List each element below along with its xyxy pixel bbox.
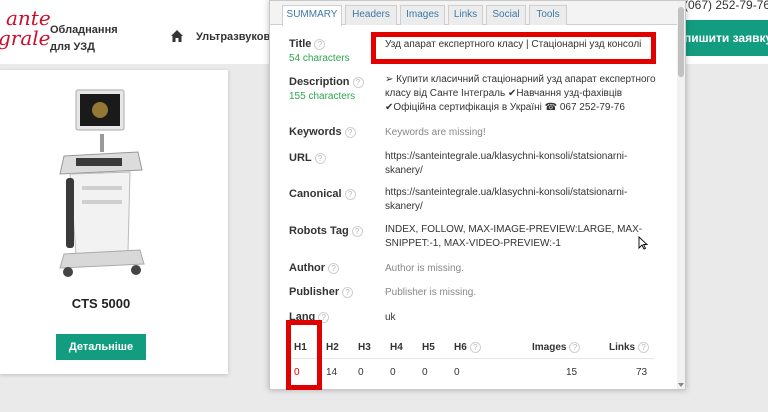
- logo-line-2: grale: [0, 26, 51, 50]
- url-label-group: URL?: [289, 152, 326, 164]
- canonical-label: Canonical: [289, 188, 342, 200]
- description-value: ➢ Купити класичний стаціонарний узд апар…: [385, 73, 665, 115]
- description-label: Description: [289, 76, 350, 88]
- publisher-label-group: Publisher?: [289, 286, 354, 298]
- details-button[interactable]: Детальніше: [56, 334, 146, 360]
- brand-line-2: для УЗД: [50, 41, 96, 53]
- canonical-line-1: https://santeintegrale.ua/klasychni-kons…: [385, 187, 628, 198]
- author-label: Author: [289, 262, 326, 274]
- help-icon[interactable]: ?: [469, 342, 481, 353]
- scroll-down-arrow-icon[interactable]: [678, 383, 684, 387]
- author-label-group: Author?: [289, 262, 340, 274]
- h4-count: 0: [390, 367, 396, 378]
- h4-header: H4: [390, 342, 403, 353]
- logo-line-1: ante: [6, 6, 51, 30]
- title-label-group: Title? 54 characters: [289, 38, 350, 64]
- help-icon[interactable]: ?: [351, 225, 363, 237]
- tab-links[interactable]: Links: [448, 5, 483, 25]
- publisher-label: Publisher: [289, 286, 340, 298]
- tab-images[interactable]: Images: [400, 5, 445, 25]
- help-icon[interactable]: ?: [344, 188, 356, 200]
- h6-count: 0: [454, 367, 460, 378]
- tab-tools[interactable]: Tools: [529, 5, 567, 25]
- images-count: 15: [566, 367, 578, 378]
- robots-value: INDEX, FOLLOW, MAX-IMAGE-PREVIEW:LARGE, …: [385, 223, 665, 251]
- headings-divider: [289, 358, 654, 359]
- tab-headers[interactable]: Headers: [345, 5, 397, 25]
- canonical-line-2: skanery/: [385, 201, 423, 212]
- h3-count: 0: [358, 367, 364, 378]
- description-line-2: класу від Санте Інтеграль ✔Навчання узд-…: [385, 88, 623, 99]
- phone-number[interactable]: (067) 252-79-76: [684, 0, 768, 12]
- title-label: Title: [289, 38, 312, 50]
- h6-header-group: H6?: [454, 342, 481, 353]
- browser-viewport: ante grale Обладнання для УЗД Ультразвук…: [0, 0, 768, 412]
- help-icon[interactable]: ?: [638, 342, 650, 353]
- description-label-group: Description? 155 characters: [289, 76, 364, 102]
- nav-item-ultrasound[interactable]: Ультразвуков: [196, 31, 270, 43]
- title-char-count: 54 characters: [289, 53, 350, 64]
- h1-highlight-box: [286, 320, 322, 390]
- scrollbar-thumb[interactable]: [678, 7, 684, 77]
- keywords-label: Keywords: [289, 126, 342, 138]
- links-header-group: Links?: [609, 342, 650, 354]
- robots-label: Robots Tag: [289, 225, 349, 237]
- description-line-1: ➢ Купити класичний стаціонарний узд апар…: [385, 74, 656, 85]
- images-header-group: Images?: [532, 342, 581, 354]
- canonical-value[interactable]: https://santeintegrale.ua/klasychni-kons…: [385, 186, 665, 214]
- help-icon[interactable]: ?: [569, 342, 581, 353]
- help-icon[interactable]: ?: [314, 38, 326, 50]
- help-icon[interactable]: ?: [352, 76, 364, 88]
- product-name: CTS 5000: [71, 296, 131, 311]
- h5-count: 0: [422, 367, 428, 378]
- images-header: Images: [532, 342, 567, 354]
- brand-line-1: Обладнання: [50, 24, 118, 36]
- tab-summary[interactable]: SUMMARY: [282, 5, 342, 26]
- home-icon[interactable]: [170, 29, 184, 43]
- product-card: CTS 5000 Детальніше: [0, 70, 228, 374]
- author-value: Author is missing.: [385, 263, 464, 274]
- tab-social[interactable]: Social: [486, 5, 526, 25]
- url-line-1: https://santeintegrale.ua/klasychni-kons…: [385, 151, 628, 162]
- canonical-label-group: Canonical?: [289, 188, 356, 200]
- ultrasound-machine-image: [59, 89, 145, 277]
- publisher-value: Publisher is missing.: [385, 287, 477, 298]
- robots-label-group: Robots Tag?: [289, 225, 363, 237]
- request-button[interactable]: пишити заявку: [674, 20, 768, 56]
- links-count: 73: [636, 367, 648, 378]
- description-line-3: ✔Офіційна сертифікація в Україні ☎ 067 2…: [385, 102, 625, 113]
- seo-tabs-bar: SUMMARY Headers Images Links Social Tool…: [270, 1, 678, 26]
- summary-content: Title? 54 characters Узд апарат експертн…: [270, 26, 678, 390]
- links-header: Links: [609, 342, 636, 354]
- mouse-cursor-icon: [638, 236, 648, 250]
- robots-line-2: SNIPPET:-1, MAX-VIDEO-PREVIEW:-1: [385, 238, 561, 249]
- lang-value: uk: [385, 312, 396, 323]
- h5-header: H5: [422, 342, 435, 353]
- help-icon[interactable]: ?: [314, 152, 326, 164]
- title-highlight-box: [371, 32, 656, 64]
- help-icon[interactable]: ?: [342, 286, 354, 298]
- h6-header: H6: [454, 342, 467, 354]
- h2-header: H2: [326, 342, 339, 353]
- brand-tagline: Обладнання для УЗД: [50, 22, 118, 56]
- help-icon[interactable]: ?: [328, 262, 340, 274]
- url-line-2: skanery/: [385, 165, 423, 176]
- h3-header: H3: [358, 342, 371, 353]
- site-logo[interactable]: ante grale: [0, 8, 51, 48]
- keywords-value: Keywords are missing!: [385, 127, 486, 138]
- panel-scrollbar[interactable]: [677, 1, 685, 389]
- url-value[interactable]: https://santeintegrale.ua/klasychni-kons…: [385, 150, 665, 178]
- keywords-label-group: Keywords?: [289, 126, 356, 138]
- url-label: URL: [289, 152, 312, 164]
- description-char-count: 155 characters: [289, 91, 356, 102]
- help-icon[interactable]: ?: [344, 126, 356, 138]
- h2-count: 14: [326, 367, 338, 378]
- seo-meta-panel: SUMMARY Headers Images Links Social Tool…: [269, 0, 686, 390]
- robots-line-1: INDEX, FOLLOW, MAX-IMAGE-PREVIEW:LARGE, …: [385, 224, 643, 235]
